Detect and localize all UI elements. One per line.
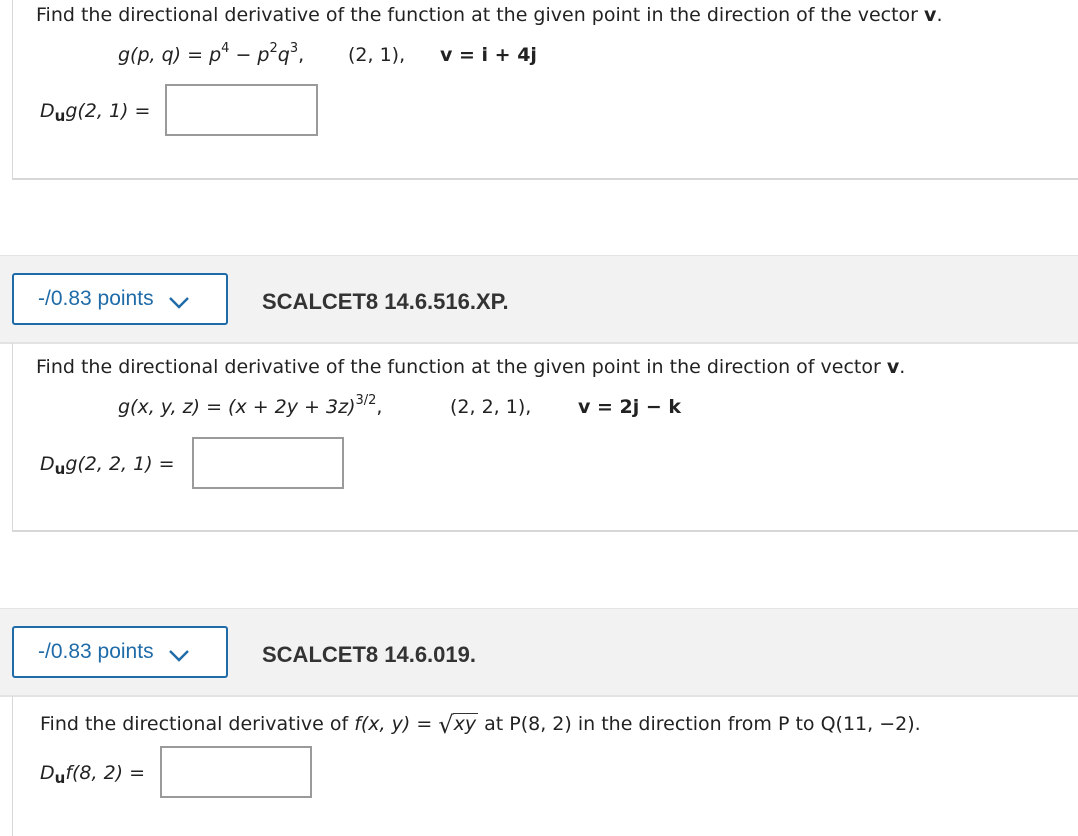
q3-prompt-text: Find the directional derivative of [40,713,355,735]
q2-point: (2, 2, 1), [450,396,532,418]
q2-prompt-vector: v [886,356,900,378]
chevron-down-icon [168,292,190,309]
q1-point: (2, 1), [348,44,406,66]
q2-function: g(x, y, z) = (x + 2y + 3z)3/2, [118,393,383,418]
q1-label-rest: g(2, 1) = [65,100,151,122]
q3-func: f(x, y) = [354,713,433,735]
chevron-down-icon [168,645,190,662]
q2-label-d: D [40,453,55,475]
q3-label-rest: f(8, 2) = [65,762,146,784]
q1-prompt-end: . [936,4,943,26]
q1-answer-label: Dug(2, 1) = [40,100,151,125]
q1-func-mid: − p [229,44,270,66]
q1-label-d: D [40,100,55,122]
q1-func-exp3: 3 [289,41,299,56]
q3-label-d: D [40,762,55,784]
q1-func-exp2: 2 [269,41,278,56]
q1-prompt: Find the directional derivative of the f… [36,4,942,26]
q1-func-end: , [298,44,305,66]
q3-prompt: Find the directional derivative of f(x, … [40,708,921,739]
q1-vector: v = i + 4j [440,44,537,66]
q2-prompt-text: Find the directional derivative of the f… [36,356,887,378]
q1-func-text: g(p, q) = p [118,44,222,66]
q3-answer-label: Duf(8, 2) = [40,762,146,787]
q2-func-end: , [376,396,383,418]
q3-points-label: -/0.83 points [38,640,154,663]
q2-label-u: u [54,460,66,478]
q3-radicand: xy [452,713,479,735]
q1-label-u: u [54,107,66,125]
q1-function: g(p, q) = p4 − p2q3, [118,41,305,66]
q2-vector: v = 2j − k [578,396,682,418]
q3-radical-sign: √ [438,711,454,739]
q3-points-dropdown[interactable]: -/0.83 points [12,626,228,678]
q1-answer-input[interactable] [165,84,318,136]
q3-answer-input[interactable] [160,746,312,798]
q2-answer-input[interactable] [192,437,344,489]
q2-prompt: Find the directional derivative of the f… [36,356,905,378]
q2-label-rest: g(2, 2, 1) = [65,453,175,475]
q3-question-id: SCALCET8 14.6.019. [262,642,476,667]
q1-prompt-vector: v [924,4,937,26]
q2-answer-label: Dug(2, 2, 1) = [40,453,175,478]
q3-label-u: u [54,769,66,787]
q2-func-text: g(x, y, z) = (x + 2y + 3z) [118,396,356,418]
q2-points-dropdown[interactable]: -/0.83 points [12,273,228,325]
q1-prompt-text: Find the directional derivative of the f… [36,4,925,26]
q2-points-label: -/0.83 points [38,287,154,310]
q2-question-id: SCALCET8 14.6.516.XP. [262,289,509,314]
q2-func-exp: 3/2 [355,393,377,408]
q3-prompt-rest: at P(8, 2) in the direction from P to Q(… [478,713,921,735]
q2-prompt-end: . [899,356,906,378]
q1-func-q: q [277,44,290,66]
